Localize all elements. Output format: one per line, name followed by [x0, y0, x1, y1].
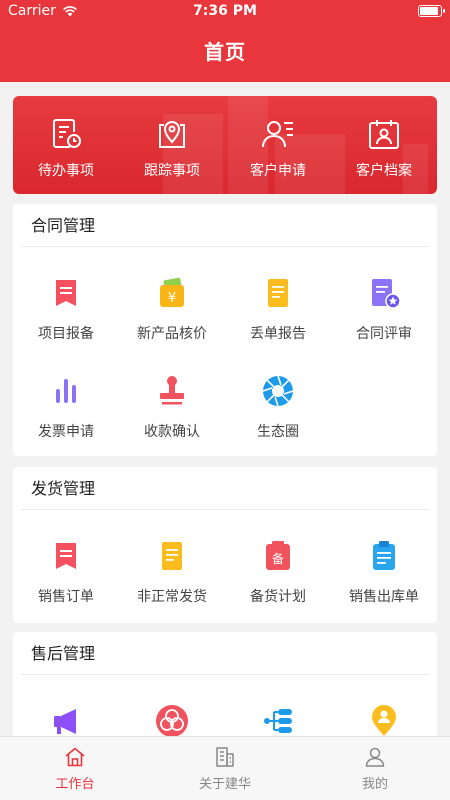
stamp-icon: [160, 376, 184, 405]
tab-label: 我的: [361, 777, 388, 792]
tab-mine[interactable]: 我的: [300, 737, 450, 800]
tab-workbench[interactable]: 工作台: [0, 737, 150, 800]
battery-icon: [418, 5, 445, 17]
grid-item-label: 合同评审: [356, 326, 412, 342]
stock-plan-icon: 备: [266, 541, 290, 570]
banner-item-todo[interactable]: 待办事项: [13, 96, 119, 194]
order-doc-icon: [56, 543, 76, 569]
grid-item-label: 销售出库单: [349, 589, 419, 605]
building-icon: [216, 747, 234, 767]
grid-item-contract-review[interactable]: 合同评审: [331, 261, 437, 359]
grid-item-ecosystem[interactable]: 生态圈: [225, 359, 331, 457]
section-title: 发货管理: [31, 479, 96, 498]
banner-item-apply[interactable]: 客户申请: [225, 96, 331, 194]
home-icon: [65, 747, 85, 767]
shipping-management-card: 发货管理 销售订单 非正常发货 备 备货计划 销售出库单: [13, 467, 437, 623]
banner-item-label: 客户档案: [356, 163, 412, 179]
tab-label: 工作台: [55, 777, 95, 792]
grid-item-sales-outbound[interactable]: 销售出库单: [331, 524, 437, 622]
svg-text:备: 备: [272, 552, 284, 566]
grid-item-new-product-pricing[interactable]: ¥ 新产品核价: [119, 261, 225, 359]
quick-actions-banner: 待办事项 跟踪事项 客户申请 客户档案: [13, 96, 437, 194]
grid-item-label: 非正常发货: [137, 589, 207, 605]
grid-item-label: 丢单报告: [250, 326, 306, 342]
user-icon: [365, 747, 385, 767]
circles-icon: [156, 705, 188, 737]
banner-item-file[interactable]: 客户档案: [331, 96, 437, 194]
grid-item-payment-confirm[interactable]: 收款确认: [119, 359, 225, 457]
banner-item-label: 跟踪事项: [144, 163, 200, 179]
banner-item-track[interactable]: 跟踪事项: [119, 96, 225, 194]
grid-item-label: 备货计划: [250, 589, 306, 605]
status-bar: Carrier 7:36 PM: [0, 0, 450, 22]
grid-item-label: 销售订单: [38, 589, 94, 605]
location-track-icon: [159, 121, 185, 148]
banner-item-label: 客户申请: [250, 163, 306, 179]
bar-chart-icon: [56, 379, 76, 403]
contract-management-card: 合同管理 项目报备 ¥ 新产品核价 丢单报告 合同评审 发票申请 收款确认 生态…: [13, 204, 437, 456]
customer-file-icon: [369, 120, 399, 149]
report-doc-icon: [268, 279, 288, 307]
section-title: 售后管理: [31, 644, 96, 663]
clipboard-icon: [373, 541, 395, 570]
grid-item-label: 发票申请: [38, 424, 94, 440]
section-title: 合同管理: [31, 216, 96, 235]
svg-text:¥: ¥: [168, 291, 176, 306]
aperture-icon: [262, 375, 294, 407]
todo-clock-icon: [53, 119, 81, 148]
grid-item-label: 新产品核价: [137, 326, 207, 342]
contract-star-icon: [372, 279, 401, 309]
megaphone-icon: [54, 709, 76, 734]
page-title: 首页: [204, 40, 246, 64]
grid-item-sales-order[interactable]: 销售订单: [13, 524, 119, 622]
grid-item-label: 生态圈: [257, 424, 299, 440]
bottom-tab-bar: 工作台 关于建华 我的: [0, 736, 450, 800]
abnormal-doc-icon: [162, 542, 182, 570]
wallet-yen-icon: ¥: [160, 277, 184, 307]
bookmark-doc-icon: [56, 280, 76, 306]
grid-item-project-report[interactable]: 项目报备: [13, 261, 119, 359]
grid-item-label: 项目报备: [38, 326, 94, 342]
status-time: 7:36 PM: [193, 3, 257, 19]
person-pin-icon: [372, 705, 396, 736]
nav-bar: 首页: [0, 22, 450, 82]
grid-item-label: 收款确认: [144, 424, 200, 440]
tab-label: 关于建华: [198, 777, 251, 792]
tree-structure-icon: [264, 709, 292, 733]
customer-apply-icon: [262, 121, 293, 148]
grid-item-invoice-apply[interactable]: 发票申请: [13, 359, 119, 457]
tab-about[interactable]: 关于建华: [150, 737, 300, 800]
banner-item-label: 待办事项: [38, 163, 94, 179]
grid-item-abnormal-shipping[interactable]: 非正常发货: [119, 524, 225, 622]
grid-item-lost-order-report[interactable]: 丢单报告: [225, 261, 331, 359]
grid-item-stock-plan[interactable]: 备 备货计划: [225, 524, 331, 622]
